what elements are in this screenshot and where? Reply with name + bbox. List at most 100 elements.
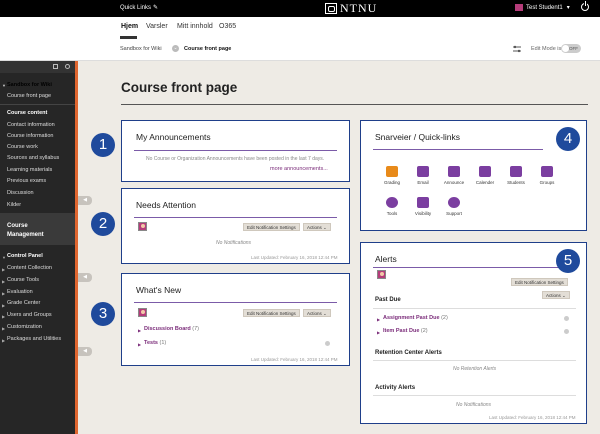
caret-right-icon[interactable]: ▶ — [2, 291, 5, 296]
quicklink-grading[interactable]: Grading — [375, 166, 409, 185]
logo-emblem-icon — [325, 3, 337, 14]
collapse-menu-handle[interactable]: ◀ — [78, 273, 92, 282]
caret-right-icon[interactable]: ▶ — [377, 317, 380, 322]
actions-button[interactable]: Actions ⌄ — [542, 291, 570, 299]
pencil-icon: ✎ — [153, 5, 159, 11]
caret-right-icon[interactable]: ▶ — [138, 342, 141, 347]
quicklink-tools[interactable]: Tools — [375, 197, 409, 216]
edit-mode-toggle[interactable]: OFF — [561, 44, 581, 53]
panel-item-packages-and-utilities[interactable]: Packages and Utilities — [7, 336, 61, 342]
quicklink-groups[interactable]: Groups — [530, 166, 564, 185]
quicklink-announce[interactable]: Announce — [437, 166, 471, 185]
sidebar-item-previous-exams[interactable]: Previous exams — [7, 178, 46, 184]
folder-icon[interactable] — [53, 64, 58, 69]
support-icon — [448, 197, 460, 208]
caret-right-icon[interactable]: ▶ — [2, 326, 5, 331]
caret-right-icon[interactable]: ▶ — [138, 328, 141, 333]
quick-links-button[interactable]: Quick Links ✎ — [120, 4, 158, 11]
edit-notification-settings-button[interactable]: Edit Notification Settings — [243, 309, 300, 317]
user-menu[interactable]: Test Student1 ▾ — [515, 4, 570, 11]
callout-badge-4: 4 — [556, 127, 580, 151]
last-updated-text: Last Updated: February 16, 2018 12:44 PM — [251, 255, 338, 260]
quicklink-students[interactable]: Students — [499, 166, 533, 185]
caret-down-icon[interactable]: ▼ — [2, 83, 6, 88]
alerts-module: Alerts Edit Notification Settings Action… — [360, 242, 587, 424]
quicklink-label: Visibility — [414, 211, 432, 216]
ntnu-logo[interactable]: NTNU — [325, 1, 378, 15]
actions-label: Actions — [307, 311, 322, 316]
collapse-menu-handle[interactable]: ◀ — [78, 196, 92, 205]
caret-right-icon[interactable]: ▶ — [377, 330, 380, 335]
actions-button[interactable]: Actions ⌄ — [303, 309, 331, 317]
logo-text: NTNU — [340, 1, 378, 15]
item-past-due-link[interactable]: Item Past Due (2) — [383, 328, 428, 334]
callout-badge-1: 1 — [91, 133, 115, 157]
chevron-down-icon: ▾ — [566, 5, 570, 11]
quicklink-support[interactable]: Support — [437, 197, 471, 216]
sidebar-item-learning-materials[interactable]: Learning materials — [7, 167, 52, 173]
calendar-icon — [479, 166, 491, 177]
divider — [373, 360, 576, 361]
sidebar-item-course-work[interactable]: Course work — [7, 144, 38, 150]
edit-notification-settings-button[interactable]: Edit Notification Settings — [511, 278, 568, 286]
caret-right-icon[interactable]: ▶ — [2, 303, 5, 308]
breadcrumb-course[interactable]: Sandbox for Wiki — [120, 46, 162, 52]
edit-notification-settings-button[interactable]: Edit Notification Settings — [243, 223, 300, 231]
caret-right-icon[interactable]: ▶ — [2, 267, 5, 272]
sidebar-item-course-information[interactable]: Course information — [7, 133, 53, 139]
quicklink-label: Email — [417, 180, 429, 185]
collapse-menu-handle[interactable]: ◀ — [78, 347, 92, 356]
groups-icon — [541, 166, 553, 177]
quicklinks-module: Snarveier / Quick-links Grading Email An… — [360, 120, 587, 231]
row-count: (2) — [441, 315, 448, 321]
caret-right-icon[interactable]: ▶ — [2, 279, 5, 284]
options-icon[interactable] — [325, 341, 330, 346]
module-title: Snarveier / Quick-links — [375, 132, 461, 142]
students-icon — [510, 166, 522, 177]
refresh-icon[interactable] — [65, 64, 70, 69]
logout-power-icon[interactable] — [581, 1, 589, 11]
module-title-rule — [134, 217, 337, 218]
discussion-board-link[interactable]: Discussion Board (7) — [144, 326, 199, 332]
actions-button[interactable]: Actions ⌄ — [303, 223, 331, 231]
avatar — [138, 308, 147, 317]
sidebar-item-kilder[interactable]: Kilder — [7, 202, 21, 208]
past-due-heading: Past Due — [375, 297, 401, 303]
tab-mitt-innhold[interactable]: Mitt innhold — [177, 23, 213, 30]
quicklink-calender[interactable]: Calender — [468, 166, 502, 185]
sidebar-course-title[interactable]: Sandbox for Wiki — [7, 82, 52, 88]
assignment-past-due-link[interactable]: Assignment Past Due (2) — [383, 315, 448, 321]
breadcrumb-menu-icon[interactable]: ⌄ — [172, 45, 179, 52]
options-icon[interactable] — [564, 329, 569, 334]
quicklink-visibility[interactable]: Visibility — [406, 197, 440, 216]
tab-hjem[interactable]: Hjem — [121, 23, 138, 30]
caret-down-icon[interactable]: ▼ — [2, 255, 6, 260]
control-panel-heading[interactable]: Control Panel — [7, 253, 43, 259]
options-icon[interactable] — [564, 316, 569, 321]
sidebar-item-discussion[interactable]: Discussion — [7, 190, 34, 196]
divider — [0, 104, 75, 105]
panel-item-content-collection[interactable]: Content Collection — [7, 265, 52, 271]
module-title-rule — [373, 267, 563, 268]
tests-link[interactable]: Tests (1) — [144, 340, 166, 346]
panel-item-course-tools[interactable]: Course Tools — [7, 277, 39, 283]
tab-varsler[interactable]: Varsler — [146, 23, 168, 30]
quicklink-email[interactable]: Email — [406, 166, 440, 185]
module-title-rule — [134, 302, 337, 303]
caret-right-icon[interactable]: ▶ — [2, 314, 5, 319]
module-title: Alerts — [375, 254, 397, 264]
caret-right-icon[interactable]: ▶ — [2, 338, 5, 343]
edit-mode-icon[interactable] — [512, 45, 522, 53]
more-announcements-link[interactable]: more announcements... — [270, 166, 328, 172]
sidebar-item-course-content[interactable]: Course content — [7, 110, 47, 116]
sidebar-item-contact-information[interactable]: Contact information — [7, 122, 55, 128]
panel-item-users-and-groups[interactable]: Users and Groups — [7, 312, 52, 318]
panel-item-customization[interactable]: Customization — [7, 324, 42, 330]
panel-item-evaluation[interactable]: Evaluation — [7, 289, 33, 295]
quick-links-label: Quick Links — [120, 5, 152, 11]
sidebar-item-sources-and-syllabus[interactable]: Sources and syllabus — [7, 155, 59, 161]
tab-o365[interactable]: O365 — [219, 23, 236, 30]
sidebar-item-course-front-page[interactable]: Course front page — [7, 93, 51, 99]
quicklink-label: Grading — [383, 180, 400, 185]
panel-item-grade-center[interactable]: Grade Center — [7, 300, 40, 306]
